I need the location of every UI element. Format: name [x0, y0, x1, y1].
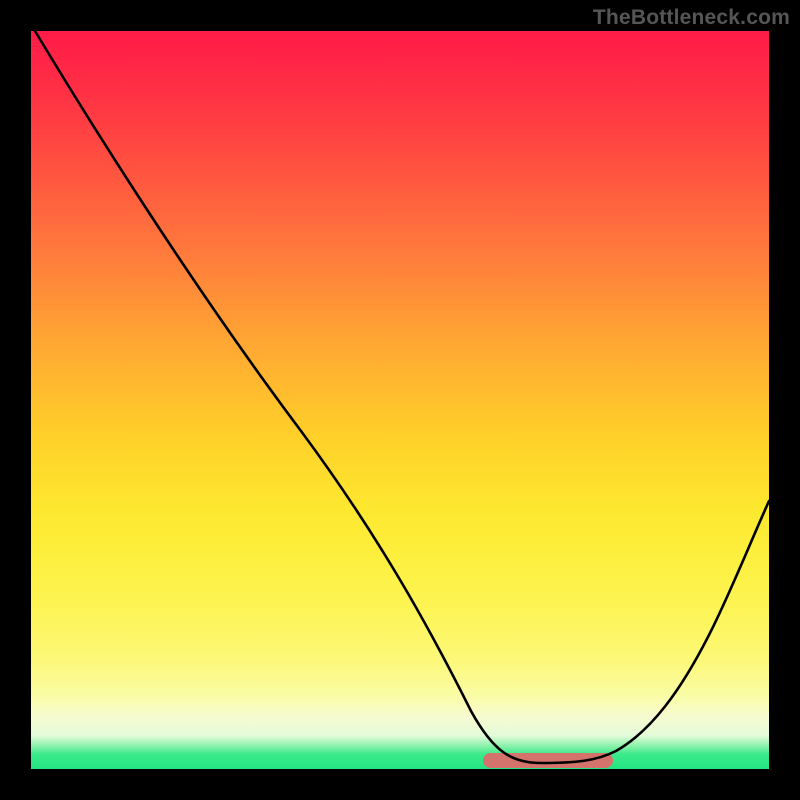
plot-area — [31, 31, 769, 769]
watermark-text: TheBottleneck.com — [593, 6, 790, 30]
chart-frame: TheBottleneck.com — [0, 0, 800, 800]
optimal-region-marker — [483, 753, 613, 768]
bottleneck-curve — [35, 31, 769, 763]
chart-svg — [31, 31, 769, 769]
